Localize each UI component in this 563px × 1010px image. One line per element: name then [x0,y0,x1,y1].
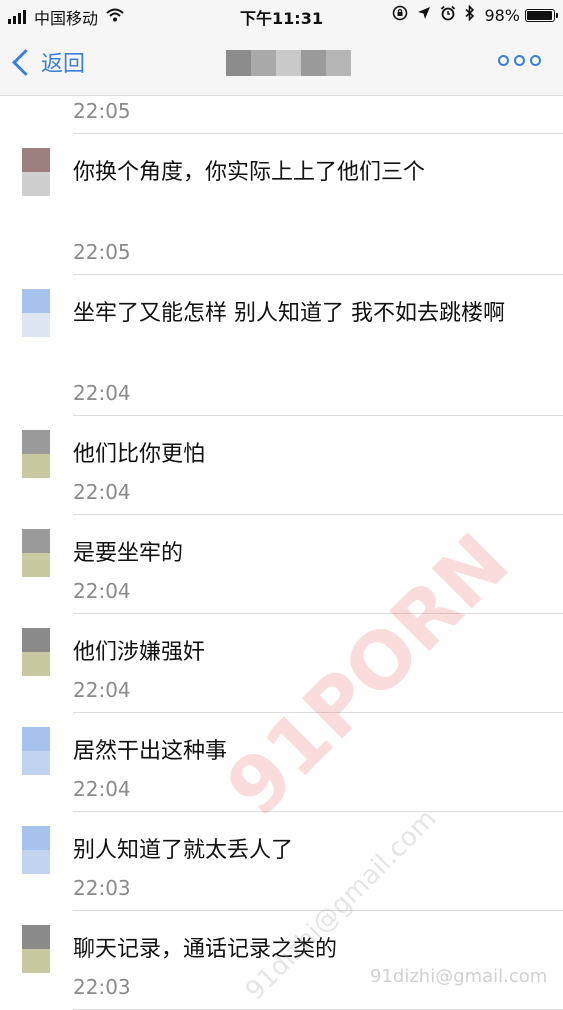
message-row[interactable]: 他们比你更怕 22:04 [0,416,563,515]
blur-block [276,50,301,76]
location-icon [417,6,431,24]
message-text: 他们比你更怕 [73,442,206,467]
avatar[interactable] [22,826,50,874]
more-button[interactable] [493,55,541,66]
message-time: 22:05 [73,240,131,264]
message-time: 22:04 [73,678,131,702]
message-time: 22:05 [73,99,131,123]
message-time: 22:03 [73,876,131,900]
battery-percent: 98% [484,5,520,25]
watermark-corner: 91dizhi@gmail.com [370,966,548,987]
rotation-lock-icon [392,5,408,25]
avatar[interactable] [22,628,50,676]
message-text: 坐牢了又能怎样 别人知道了 我不如去跳楼啊 [73,301,505,326]
avatar[interactable] [22,430,50,478]
more-dot [530,55,541,66]
contact-name-blurred [226,50,351,76]
message-time: 22:04 [73,480,131,504]
avatar[interactable] [22,727,50,775]
message-time: 22:04 [73,579,131,603]
status-right: 98% [392,4,558,25]
message-row[interactable]: 你换个角度，你实际上上了他们三个 22:05 [0,134,563,275]
avatar[interactable] [22,529,50,577]
battery-fill [527,10,553,20]
chevron-left-icon [12,48,39,76]
message-time: 22:04 [73,777,131,801]
bluetooth-icon [465,4,475,25]
back-label: 返回 [41,52,86,77]
message-row[interactable]: 坐牢了又能怎样 别人知道了 我不如去跳楼啊 22:04 [0,275,563,416]
more-dot [514,55,525,66]
avatar[interactable] [22,148,50,196]
message-time: 22:04 [73,381,131,405]
blur-block [251,50,276,76]
nav-bar: 返回 [0,32,563,96]
back-button[interactable]: 返回 [10,46,85,78]
message-time: 22:03 [73,975,131,999]
avatar[interactable] [22,925,50,973]
alarm-icon [440,5,456,25]
status-bar: 中国移动 下午11:31 98% [0,0,563,32]
message-text: 你换个角度，你实际上上了他们三个 [73,160,426,185]
message-row[interactable]: 别人知道了就太丢人了 22:03 [0,812,563,911]
more-dot [498,55,509,66]
avatar[interactable] [22,289,50,337]
blur-block [326,50,351,76]
message-text: 别人知道了就太丢人了 [73,838,294,863]
blur-block [301,50,326,76]
blur-block [226,50,251,76]
battery-icon [525,8,558,22]
message-text: 他们涉嫌强奸 [73,640,206,665]
